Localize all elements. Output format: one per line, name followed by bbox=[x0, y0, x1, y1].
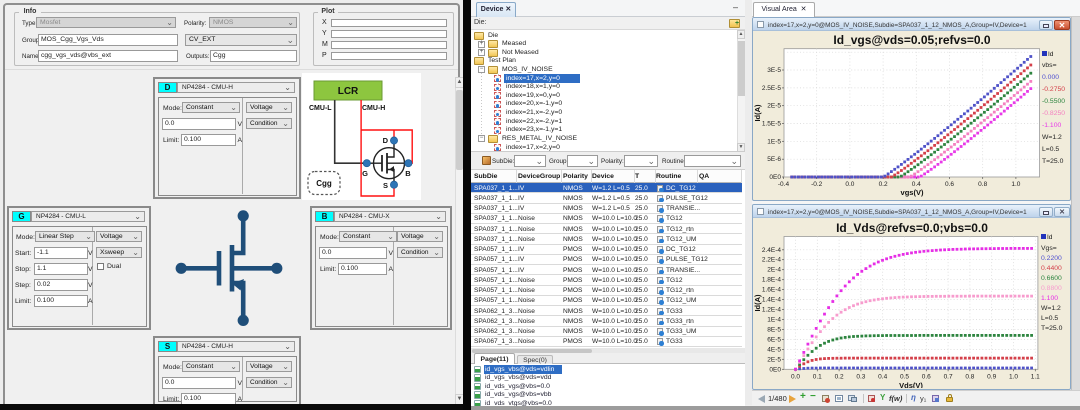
svg-text:G: G bbox=[362, 169, 368, 178]
svg-text:CMU-H: CMU-H bbox=[362, 105, 385, 112]
svg-text:B: B bbox=[405, 169, 411, 178]
svg-text:LCR: LCR bbox=[338, 86, 359, 97]
svg-text:D: D bbox=[383, 136, 389, 145]
svg-text:Cgg: Cgg bbox=[316, 179, 332, 188]
svg-text:CMU-L: CMU-L bbox=[309, 105, 332, 112]
svg-text:S: S bbox=[383, 181, 388, 190]
